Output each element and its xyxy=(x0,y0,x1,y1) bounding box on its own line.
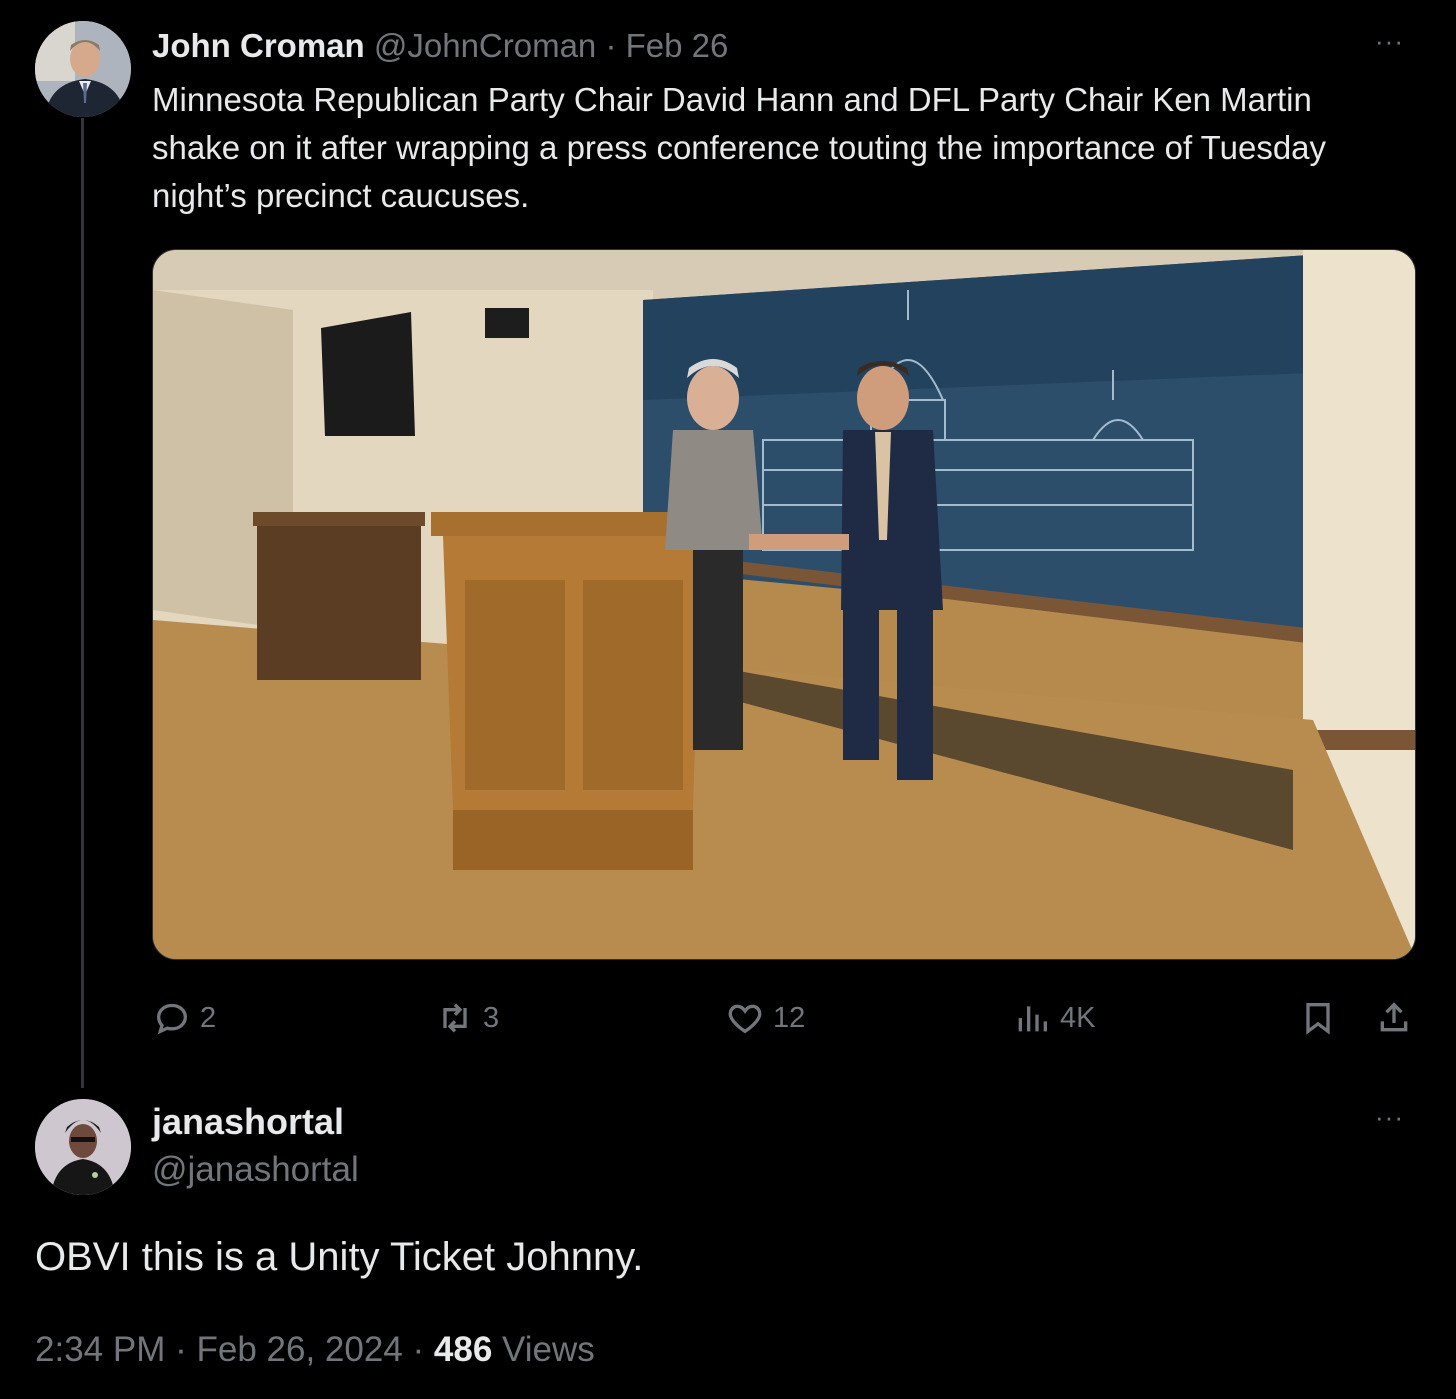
reply-button[interactable]: 2 xyxy=(152,992,216,1044)
post1-photo[interactable] xyxy=(152,249,1416,960)
post2-author-handle[interactable]: @janashortal xyxy=(152,1147,359,1193)
repost-button[interactable]: 3 xyxy=(435,992,499,1044)
post2-text: OBVI this is a Unity Ticket Johnny. xyxy=(35,1235,644,1279)
repost-count: 3 xyxy=(483,1001,500,1034)
post2-date[interactable]: Feb 26, 2024 xyxy=(196,1330,402,1369)
post2-time[interactable]: 2:34 PM xyxy=(35,1330,165,1369)
views-count: 4K xyxy=(1060,1001,1096,1034)
like-icon xyxy=(728,1004,762,1034)
post2-views-label: Views xyxy=(502,1330,595,1369)
post2-views-count: 486 xyxy=(433,1330,493,1369)
reply-count: 2 xyxy=(200,1001,217,1034)
post2-more-options-icon[interactable]: ··· xyxy=(1375,1102,1404,1133)
repost-icon xyxy=(443,1003,467,1033)
thread-connector-line xyxy=(81,118,84,1088)
share-button[interactable] xyxy=(1374,992,1414,1044)
post1-author-name[interactable]: John Croman xyxy=(152,27,365,64)
bookmark-button[interactable] xyxy=(1298,992,1338,1044)
like-button[interactable]: 12 xyxy=(725,992,805,1044)
views-button[interactable]: 4K xyxy=(1012,992,1095,1044)
post1-header: John Croman @JohnCroman · Feb 26 xyxy=(152,24,728,68)
post1-separator: · xyxy=(605,27,617,64)
views-icon xyxy=(1018,1006,1047,1032)
post2-author-name[interactable]: janashortal xyxy=(152,1099,344,1145)
post2-separator-2: · xyxy=(412,1330,425,1369)
reply-icon xyxy=(156,1003,188,1035)
like-count: 12 xyxy=(773,1001,806,1034)
john-croman-avatar[interactable] xyxy=(35,21,131,117)
share-icon xyxy=(1380,1002,1408,1032)
post1-text: Minnesota Republican Party Chair David H… xyxy=(152,81,1327,214)
janashortal-avatar[interactable] xyxy=(35,1099,131,1195)
handshake-photo-illustration xyxy=(153,250,1415,959)
post2-meta: 2:34 PM · Feb 26, 2024 · 486 Views xyxy=(35,1326,595,1374)
post1-more-options-icon[interactable]: ··· xyxy=(1375,26,1404,57)
bookmark-icon xyxy=(1306,1003,1330,1035)
post2-separator-1: · xyxy=(175,1330,187,1369)
post1-action-bar: 2 3 12 4K xyxy=(152,992,1416,1044)
post1-date[interactable]: Feb 26 xyxy=(626,27,729,64)
post1-author-handle[interactable]: @JohnCroman xyxy=(374,27,596,64)
